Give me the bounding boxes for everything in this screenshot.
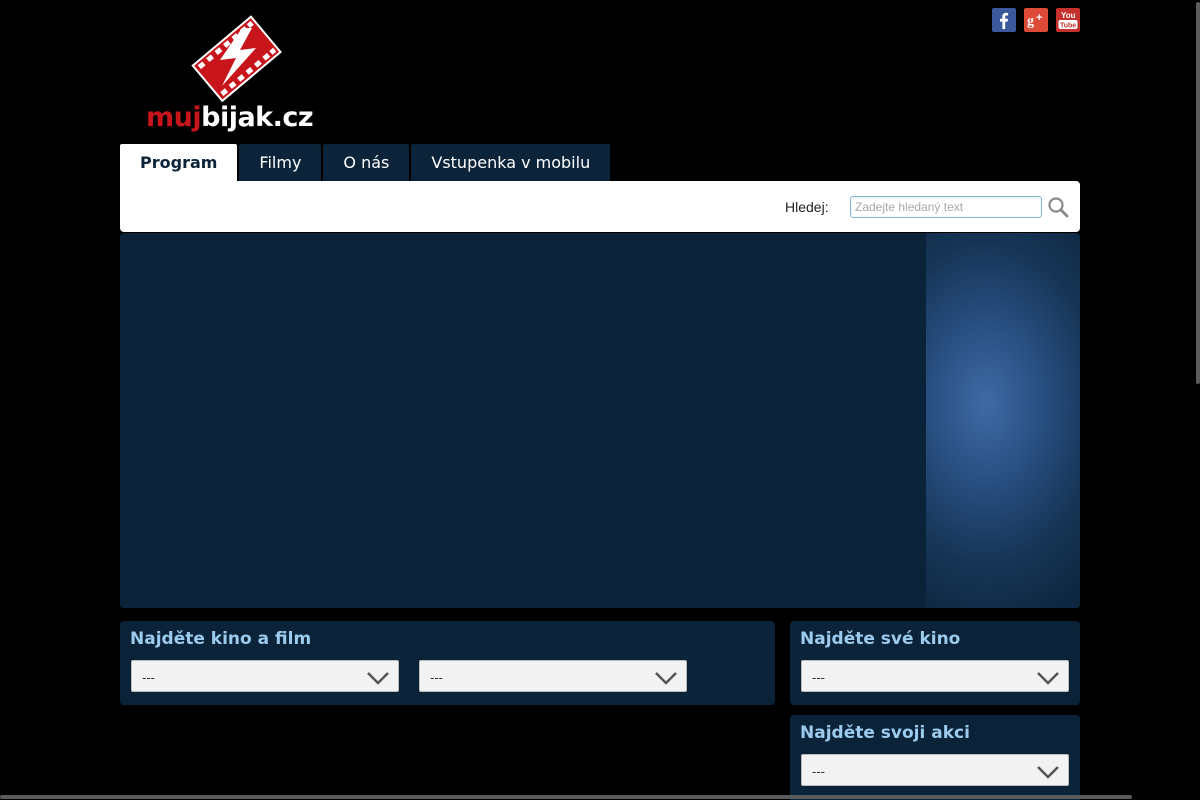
google-plus-icon: g + (1027, 12, 1042, 29)
tab-o-nas[interactable]: O nás (323, 144, 410, 181)
film-select[interactable]: --- (419, 660, 687, 692)
search-label: Hledej: (785, 199, 829, 215)
svg-text:g: g (1027, 14, 1034, 29)
tab-vstupenka-v-mobilu[interactable]: Vstupenka v mobilu (411, 144, 611, 181)
find-your-event-panel: Najděte svoji akci --- (790, 715, 1080, 800)
select-value: --- (430, 670, 443, 685)
search-bar: Hledej: (120, 181, 1080, 232)
chevron-down-icon (1037, 766, 1059, 779)
svg-text:Tube: Tube (1060, 23, 1076, 30)
horizontal-scrollbar[interactable] (0, 795, 1132, 799)
search-input[interactable] (850, 196, 1042, 218)
logo-text-muj: muj (146, 102, 202, 133)
main-nav: Program Filmy O nás Vstupenka v mobilu (120, 144, 612, 181)
film-clapper-logo-icon (191, 15, 282, 103)
banner-glow (926, 233, 1080, 608)
select-value: --- (812, 764, 825, 779)
panel-title: Najděte své kino (800, 629, 961, 649)
your-cinema-select[interactable]: --- (801, 660, 1069, 692)
chevron-down-icon (1037, 672, 1059, 685)
find-cinema-film-panel: Najděte kino a film --- --- (120, 621, 775, 705)
find-your-cinema-panel: Najděte své kino --- (790, 621, 1080, 705)
svg-text:+: + (1036, 12, 1042, 24)
vertical-scrollbar[interactable] (1196, 2, 1200, 384)
chevron-down-icon (655, 672, 677, 685)
youtube-icon: You Tube (1058, 11, 1078, 30)
youtube-button[interactable]: You Tube (1056, 8, 1080, 32)
logo-wordmark: mujbijak.cz (146, 102, 314, 134)
facebook-button[interactable] (992, 8, 1016, 32)
google-plus-button[interactable]: g + (1024, 8, 1048, 32)
featured-banner[interactable] (120, 233, 1080, 608)
tab-filmy[interactable]: Filmy (239, 144, 322, 181)
page: mujbijak.cz g + You Tube Program Filmy O… (0, 0, 1200, 800)
svg-text:You: You (1061, 11, 1076, 20)
cinema-select[interactable]: --- (131, 660, 399, 692)
chevron-down-icon (367, 672, 389, 685)
tab-program[interactable]: Program (120, 144, 238, 181)
search-icon[interactable] (1047, 196, 1069, 218)
select-value: --- (142, 670, 155, 685)
facebook-icon (1000, 12, 1009, 29)
logo-text-bijak: bijak.cz (201, 102, 314, 133)
panel-title: Najděte svoji akci (800, 723, 970, 743)
event-select[interactable]: --- (801, 754, 1069, 786)
panel-title: Najděte kino a film (130, 629, 312, 649)
site-logo[interactable]: mujbijak.cz (146, 8, 314, 136)
select-value: --- (812, 670, 825, 685)
